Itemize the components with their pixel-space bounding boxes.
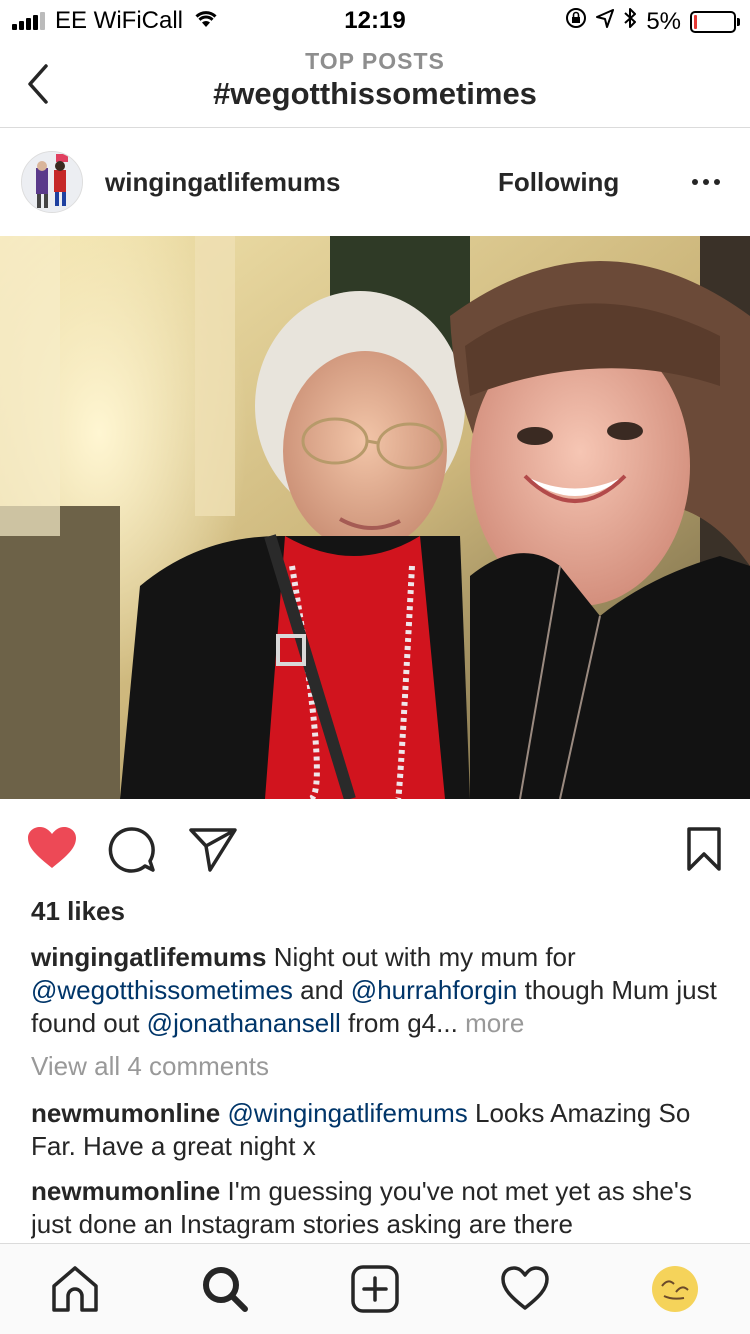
post-photo[interactable] — [0, 236, 750, 799]
location-icon — [596, 8, 615, 36]
profile-avatar[interactable] — [650, 1264, 700, 1314]
comment-username[interactable]: newmumonline — [31, 1098, 220, 1128]
page-title: #wegotthissometimes — [213, 76, 537, 111]
status-right: 5% — [565, 7, 740, 36]
more-dots-icon[interactable] — [690, 169, 722, 195]
bottom-tab-bar — [0, 1243, 750, 1334]
battery-level — [694, 14, 697, 29]
heart-filled-icon[interactable] — [27, 826, 77, 875]
caption-mention[interactable]: @hurrahforgin — [351, 975, 518, 1005]
comment-mention[interactable]: @wingingatlifemums — [227, 1098, 467, 1128]
post-caption: wingingatlifemums Night out with my mum … — [31, 941, 721, 1040]
caption-text: and — [300, 975, 344, 1005]
status-bar: EE WiFiCall 12:19 5% — [0, 0, 750, 40]
orientation-lock-icon — [565, 7, 587, 36]
new-post-icon[interactable] — [350, 1264, 400, 1314]
comment-item: newmumonline I'm guessing you've not met… — [31, 1175, 731, 1241]
caption-text: Night out with my mum for — [273, 942, 576, 972]
bookmark-icon[interactable] — [686, 826, 722, 877]
share-paper-plane-icon[interactable] — [188, 826, 238, 877]
page-subtitle: TOP POSTS — [305, 48, 445, 74]
caption-more-link[interactable]: more — [465, 1008, 524, 1038]
following-button[interactable]: Following — [498, 167, 619, 198]
caption-username[interactable]: wingingatlifemums — [31, 942, 266, 972]
post-header: wingingatlifemums Following — [0, 129, 750, 236]
comment-bubble-icon[interactable] — [108, 826, 156, 879]
search-icon[interactable] — [200, 1264, 250, 1314]
battery-percent: 5% — [646, 7, 681, 35]
likes-count[interactable]: 41 likes — [31, 896, 125, 927]
caption-mention[interactable]: @jonathanansell — [147, 1008, 341, 1038]
view-all-comments-link[interactable]: View all 4 comments — [31, 1051, 269, 1082]
post-actions — [0, 820, 750, 880]
nav-header: TOP POSTS #wegotthissometimes — [0, 40, 750, 128]
caption-text: from g4... — [348, 1008, 458, 1038]
post-username[interactable]: wingingatlifemums — [105, 167, 340, 198]
home-icon[interactable] — [50, 1264, 100, 1314]
comment-username[interactable]: newmumonline — [31, 1176, 220, 1206]
activity-heart-icon[interactable] — [500, 1264, 550, 1314]
user-avatar[interactable] — [21, 151, 83, 213]
caption-mention[interactable]: @wegotthissometimes — [31, 975, 293, 1005]
battery-icon — [690, 10, 740, 33]
comment-item: newmumonline @wingingatlifemums Looks Am… — [31, 1097, 731, 1163]
bluetooth-icon — [623, 7, 637, 36]
